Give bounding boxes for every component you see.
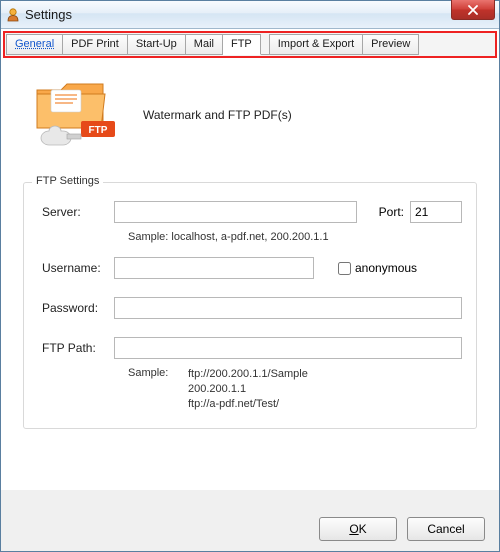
tab-strip: General PDF Print Start-Up Mail FTP Impo… <box>3 31 497 58</box>
password-label: Password: <box>38 301 108 315</box>
tab-mail[interactable]: Mail <box>186 34 223 55</box>
settings-window: Settings General PDF Print Start-Up Mail… <box>0 0 500 552</box>
ftppath-sample-label: Sample: <box>128 367 174 412</box>
server-sample: Sample: localhost, a-pdf.net, 200.200.1.… <box>128 231 462 243</box>
titlebar: Settings <box>1 1 499 29</box>
tab-general[interactable]: General <box>6 34 63 55</box>
tab-gap <box>261 34 269 55</box>
ftp-folder-icon: FTP <box>31 76 121 154</box>
tab-start-up[interactable]: Start-Up <box>128 34 186 55</box>
tab-preview[interactable]: Preview <box>363 34 419 55</box>
ftp-settings-group: FTP Settings Server: Port: Sample: local… <box>23 182 477 429</box>
tab-pdf-print[interactable]: PDF Print <box>63 34 128 55</box>
tab-ftp[interactable]: FTP <box>223 34 261 55</box>
ftppath-label: FTP Path: <box>38 341 108 355</box>
anonymous-label: anonymous <box>355 261 417 275</box>
close-button[interactable] <box>451 0 495 20</box>
ftppath-sample: Sample: ftp://200.200.1.1/Sample 200.200… <box>128 367 462 412</box>
app-icon <box>5 7 21 23</box>
svg-text:FTP: FTP <box>89 125 108 136</box>
ftppath-sample-text: ftp://200.200.1.1/Sample 200.200.1.1 ftp… <box>188 367 308 412</box>
cancel-button[interactable]: Cancel <box>407 517 485 541</box>
ftppath-input[interactable] <box>114 337 462 359</box>
client-area: General PDF Print Start-Up Mail FTP Impo… <box>1 29 499 490</box>
password-input[interactable] <box>114 297 462 319</box>
anonymous-checkbox-wrap[interactable]: anonymous <box>338 261 417 275</box>
tab-body: FTP Watermark and FTP PDF(s) FTP Setting… <box>3 58 497 488</box>
server-input[interactable] <box>114 201 357 223</box>
window-title: Settings <box>25 7 72 22</box>
tab-import-export[interactable]: Import & Export <box>269 34 363 55</box>
hero-text: Watermark and FTP PDF(s) <box>143 108 292 122</box>
ftp-legend: FTP Settings <box>32 175 103 187</box>
hero: FTP Watermark and FTP PDF(s) <box>23 76 477 154</box>
username-label: Username: <box>38 261 108 275</box>
port-input[interactable] <box>410 201 462 223</box>
server-label: Server: <box>38 205 108 219</box>
anonymous-checkbox[interactable] <box>338 262 351 275</box>
port-label: Port: <box>379 205 404 219</box>
username-input[interactable] <box>114 257 314 279</box>
button-bar: OK Cancel <box>319 517 485 541</box>
ok-button[interactable]: OK <box>319 517 397 541</box>
